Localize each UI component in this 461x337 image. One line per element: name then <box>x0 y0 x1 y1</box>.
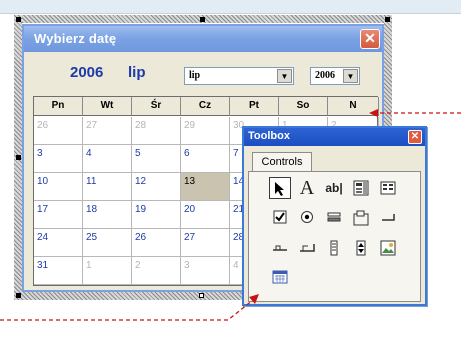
callout-line-bottom <box>0 299 254 321</box>
callout-arrows <box>0 109 461 321</box>
arrowhead-icon <box>249 294 259 304</box>
arrowhead-icon <box>369 109 378 117</box>
designer-stage: Wybierz datę ✕ 2006 lip lip ▼ 2006 ▼ Pn W… <box>0 0 461 337</box>
